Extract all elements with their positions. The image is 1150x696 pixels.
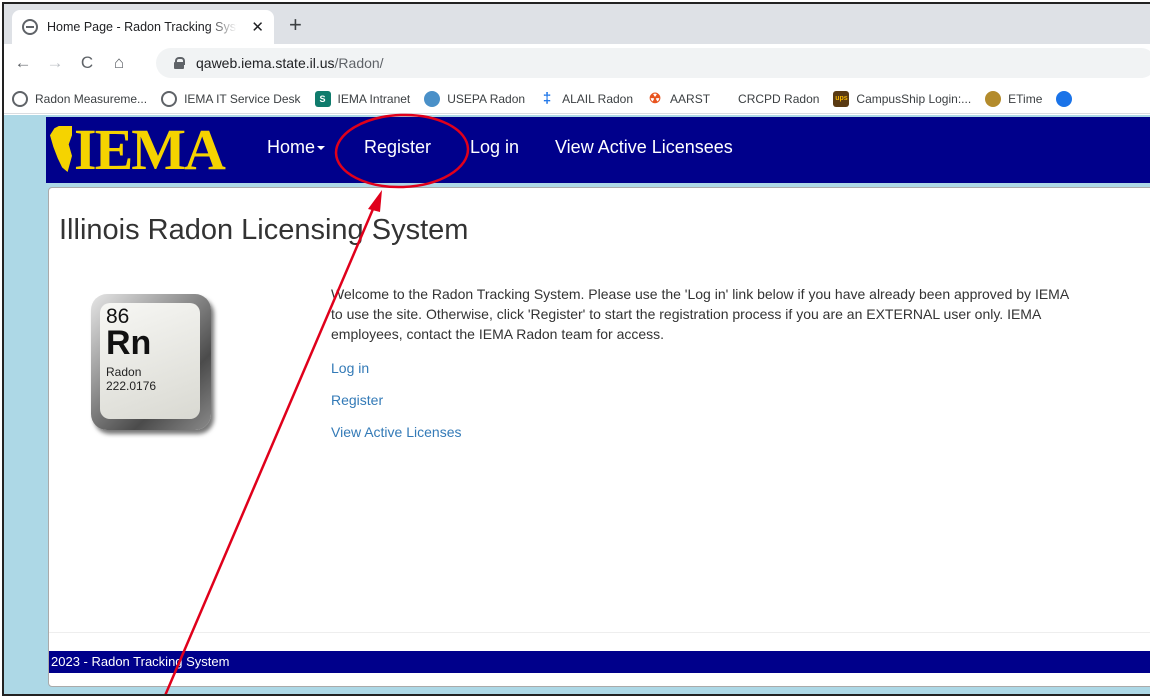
bookmarks-bar: Radon Measureme... IEMA IT Service Desk …	[4, 84, 1150, 114]
page-body: IEMA Home Register Log in View Active Li…	[4, 115, 1150, 694]
bookmark-iema-it-service-desk[interactable]: IEMA IT Service Desk	[161, 90, 301, 107]
footer: 2023 - Radon Tracking System	[49, 651, 1150, 673]
sharepoint-icon: S	[314, 90, 331, 107]
address-bar[interactable]: qaweb.iema.state.il.us/Radon/	[156, 48, 1150, 78]
back-button[interactable]: ←	[10, 50, 36, 76]
home-button[interactable]: ⌂	[106, 50, 132, 76]
bookmark-radon-measurement[interactable]: Radon Measureme...	[12, 90, 147, 107]
app-icon	[1056, 90, 1073, 107]
bookmark-campusship[interactable]: ups CampusShip Login:...	[833, 90, 971, 107]
register-link[interactable]: Register	[331, 392, 383, 408]
reload-button[interactable]: C	[74, 50, 100, 76]
nav-login[interactable]: Log in	[470, 137, 519, 158]
forward-button[interactable]: →	[42, 50, 68, 76]
nav-home-dropdown[interactable]: Home	[267, 137, 326, 158]
element-mass: 222.0176	[106, 379, 157, 393]
new-tab-button[interactable]: +	[289, 14, 302, 36]
browser-tab[interactable]: Home Page - Radon Tracking System ✕	[12, 10, 274, 44]
footer-divider	[49, 632, 1150, 633]
bookmark-overflow[interactable]	[1056, 90, 1079, 107]
main-container: Illinois Radon Licensing System 86 Rn Ra…	[48, 187, 1150, 687]
login-link[interactable]: Log in	[331, 360, 369, 376]
cross-icon: ‡	[542, 90, 552, 107]
url-host: qaweb.iema.state.il.us	[196, 55, 335, 71]
lock-icon[interactable]	[174, 57, 185, 69]
globe-icon	[22, 19, 38, 35]
bookmark-usepa-radon[interactable]: USEPA Radon	[424, 90, 525, 107]
site-navbar: IEMA Home Register Log in View Active Li…	[46, 117, 1150, 183]
caret-down-icon	[317, 146, 326, 150]
ups-icon: ups	[833, 90, 850, 107]
illinois-state-icon	[50, 126, 72, 172]
bookmark-iema-intranet[interactable]: S IEMA Intranet	[314, 90, 410, 107]
bookmark-aarst[interactable]: ☢ AARST	[647, 90, 710, 107]
bookmark-alail-radon[interactable]: ‡ ALAIL Radon	[539, 90, 633, 107]
radiation-icon: ☢	[648, 90, 662, 106]
url-path: /Radon/	[334, 55, 384, 71]
close-icon[interactable]: ✕	[251, 20, 264, 35]
tab-title: Home Page - Radon Tracking System	[47, 20, 237, 34]
element-name: Radon	[106, 365, 142, 379]
nav-register[interactable]: Register	[364, 137, 431, 158]
screenshot-frame: Home Page - Radon Tracking System ✕ + ← …	[2, 2, 1150, 696]
seal-icon	[985, 90, 1002, 107]
view-active-licenses-link[interactable]: View Active Licenses	[331, 424, 461, 440]
bookmark-etime[interactable]: ETime	[985, 90, 1042, 107]
nav-view-active-licensees[interactable]: View Active Licensees	[555, 137, 733, 158]
globe-icon	[12, 90, 28, 107]
iema-logo[interactable]: IEMA	[50, 119, 226, 181]
epa-icon	[424, 90, 441, 107]
radon-element-image: 86 Rn Radon 222.0176	[91, 294, 211, 430]
element-symbol: Rn	[106, 324, 152, 362]
globe-icon	[161, 90, 178, 107]
bookmark-crcpd-radon[interactable]: CRCPD Radon	[738, 92, 819, 106]
page-title: Illinois Radon Licensing System	[59, 214, 469, 246]
browser-toolbar: ← → C ⌂ qaweb.iema.state.il.us/Radon/	[4, 44, 1150, 82]
browser-tab-bar: Home Page - Radon Tracking System ✕ +	[4, 4, 1150, 44]
welcome-text: Welcome to the Radon Tracking System. Pl…	[331, 286, 1069, 342]
